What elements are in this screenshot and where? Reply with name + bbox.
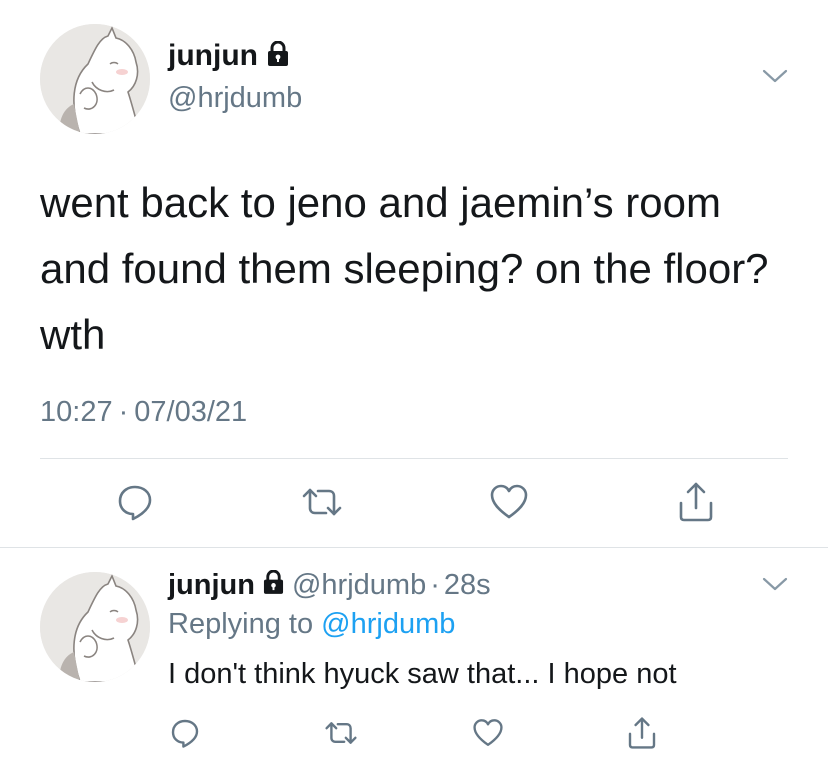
share-icon bbox=[679, 482, 713, 522]
tweet-age: 28s bbox=[443, 568, 491, 601]
separator-dot: · bbox=[430, 568, 440, 601]
retweet-icon bbox=[302, 488, 342, 516]
like-button[interactable] bbox=[484, 480, 534, 524]
reply-text: I don't think hyuck saw that... I hope n… bbox=[168, 658, 677, 690]
retweet-icon bbox=[325, 722, 357, 744]
separator-dot: · bbox=[118, 396, 129, 428]
user-handle[interactable]: @hrjdumb bbox=[292, 569, 426, 602]
chevron-down-icon[interactable] bbox=[760, 64, 790, 88]
divider bbox=[0, 547, 828, 548]
lock-icon bbox=[263, 569, 284, 602]
share-button[interactable] bbox=[671, 478, 721, 526]
reply-button[interactable] bbox=[110, 480, 160, 524]
tweet-text: went back to jeno and jaemin’s room and … bbox=[40, 179, 769, 358]
divider bbox=[40, 458, 788, 459]
avatar[interactable] bbox=[40, 572, 150, 682]
tweet-time: 10:27 bbox=[40, 396, 113, 428]
tweet-date: 07/03/21 bbox=[134, 396, 248, 428]
retweet-button[interactable] bbox=[319, 714, 363, 752]
lock-icon bbox=[267, 40, 289, 71]
share-icon bbox=[628, 717, 656, 749]
display-name[interactable]: junjun bbox=[168, 569, 255, 602]
reply-button[interactable] bbox=[165, 714, 205, 752]
heart-icon bbox=[473, 719, 503, 747]
display-name[interactable]: junjun bbox=[168, 39, 258, 73]
replying-to-label: Replying to bbox=[168, 608, 314, 640]
replying-to-handle[interactable]: @hrjdumb bbox=[321, 608, 455, 640]
like-button[interactable] bbox=[468, 714, 508, 752]
avatar[interactable] bbox=[40, 24, 150, 134]
share-button[interactable] bbox=[622, 712, 662, 754]
chevron-down-icon[interactable] bbox=[760, 572, 790, 596]
reply-icon bbox=[171, 719, 199, 748]
user-handle[interactable]: @hrjdumb bbox=[168, 82, 302, 115]
reply-icon bbox=[118, 485, 152, 521]
retweet-button[interactable] bbox=[297, 480, 347, 524]
heart-icon bbox=[490, 484, 528, 519]
